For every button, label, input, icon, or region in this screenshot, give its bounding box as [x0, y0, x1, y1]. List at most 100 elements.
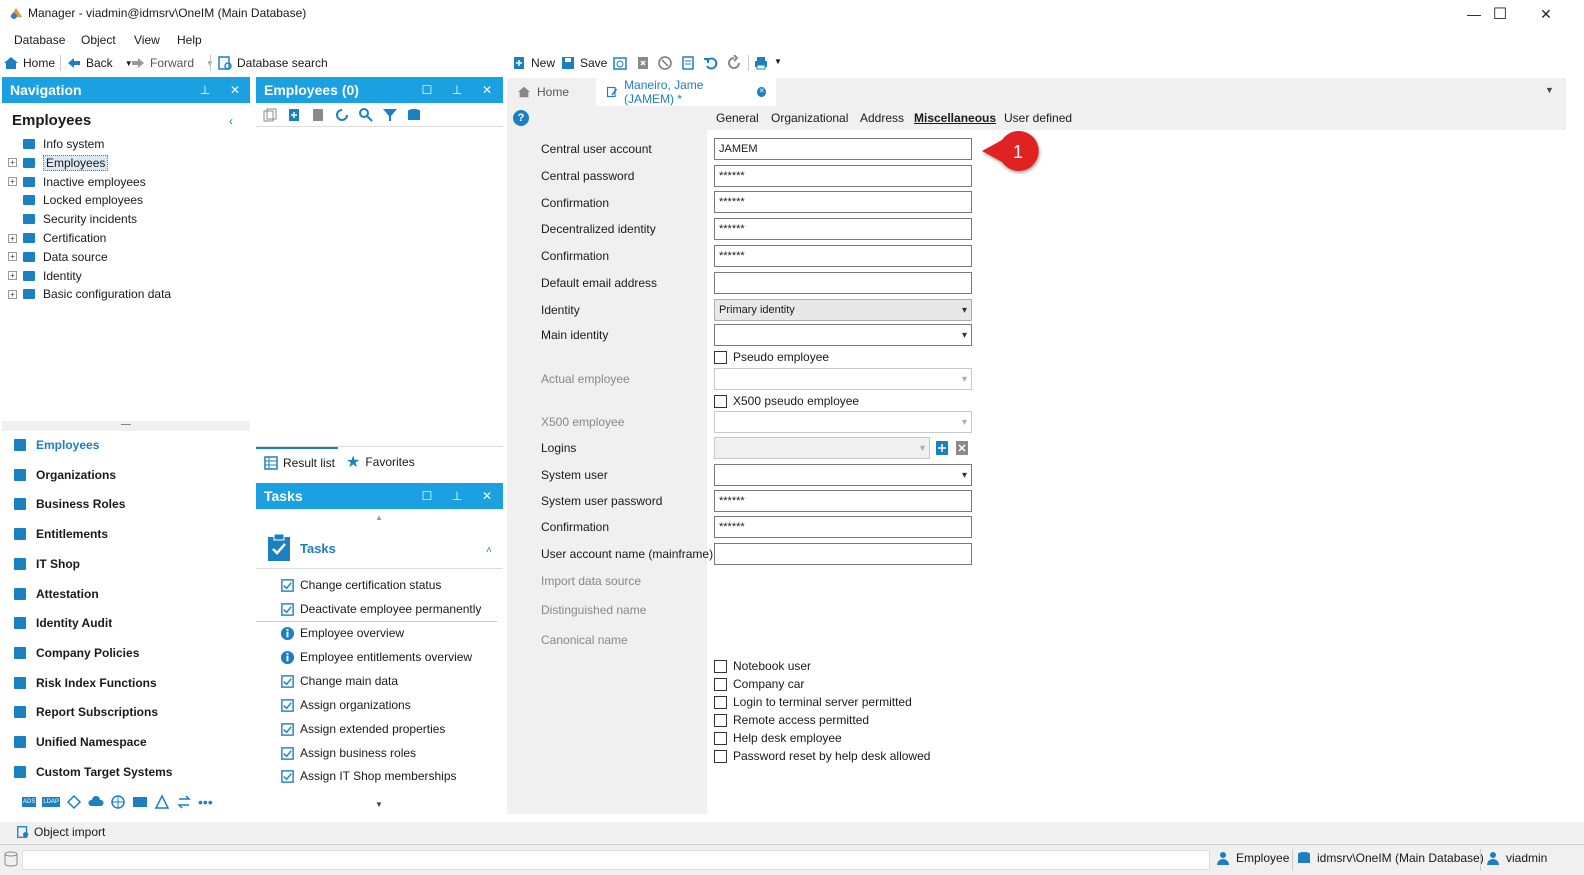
close-tab-icon[interactable]: ✕ [757, 87, 766, 97]
x500-pseudo-employee-checkbox[interactable]: X500 pseudo employee [714, 392, 859, 410]
pin-icon[interactable]: ⊥ [450, 83, 464, 97]
expand-icon[interactable]: + [8, 177, 17, 187]
tab-employee[interactable]: Maneiro, Jame (JAMEM) * ✕ [596, 78, 776, 106]
category-item[interactable]: IT Shop [12, 553, 80, 575]
maximize-panel-icon[interactable]: ☐ [420, 489, 434, 503]
sync-icon[interactable] [176, 794, 192, 810]
checkbox-box[interactable] [714, 749, 727, 763]
checkbox-box[interactable] [714, 731, 727, 745]
print-dropdown-icon[interactable]: ▼ [774, 57, 782, 66]
category-item[interactable]: Business Roles [12, 493, 125, 515]
remove-login-icon[interactable] [954, 440, 970, 456]
option-checkbox[interactable]: Help desk employee [714, 729, 842, 747]
azure-icon[interactable] [66, 794, 82, 810]
task-item[interactable]: Change certification status [280, 575, 441, 595]
task-item[interactable]: Assign extended properties [280, 719, 445, 739]
delete-icon[interactable] [635, 55, 651, 71]
menu-object[interactable]: Object [81, 33, 116, 47]
tree-item[interactable]: + Inactive employees [8, 173, 146, 191]
tree-item[interactable]: Security incidents [8, 210, 137, 228]
logins-select[interactable]: ▾ [714, 437, 930, 459]
close-panel-icon[interactable]: ✕ [480, 489, 494, 503]
splitter[interactable] [2, 421, 250, 431]
tree-item[interactable]: + Employees [8, 154, 109, 172]
refresh-icon[interactable] [334, 107, 350, 123]
maximize-button[interactable]: ☐ [1477, 0, 1523, 28]
x500-employee-select[interactable]: ▾ [714, 411, 972, 433]
category-item[interactable]: Custom Target Systems [12, 761, 172, 783]
forward-button[interactable]: Forward ▼ [130, 55, 214, 71]
menu-view[interactable]: View [134, 33, 160, 47]
tab-home[interactable]: Home [507, 78, 595, 106]
pseudo-employee-checkbox[interactable]: Pseudo employee [714, 348, 829, 366]
cancel-icon[interactable] [657, 55, 673, 71]
system-user-password-input[interactable]: ****** [714, 490, 972, 512]
category-item[interactable]: Company Policies [12, 642, 139, 664]
filter-icon[interactable] [382, 107, 398, 123]
central-password-input[interactable]: ****** [714, 165, 972, 187]
tree-item[interactable]: + Certification [8, 229, 106, 247]
option-checkbox[interactable]: Remote access permitted [714, 711, 869, 729]
tab-favorites[interactable]: ★ Favorites [346, 447, 415, 477]
home-button[interactable]: Home [3, 55, 55, 71]
expand-icon[interactable]: + [8, 158, 17, 168]
category-item[interactable]: Entitlements [12, 523, 108, 545]
ldap-icon[interactable]: LDAP [42, 797, 61, 807]
main-identity-select[interactable]: ▾ [714, 324, 972, 346]
menu-database[interactable]: Database [14, 33, 65, 47]
option-checkbox[interactable]: Login to terminal server permitted [714, 693, 912, 711]
menu-help[interactable]: Help [177, 33, 202, 47]
identity-select[interactable]: Primary identity ▾ [714, 299, 972, 321]
splitter-grip[interactable] [121, 424, 131, 426]
unix-icon[interactable] [132, 794, 148, 810]
delete-icon[interactable] [310, 107, 326, 123]
cloud-icon[interactable] [88, 794, 104, 810]
checkbox-box[interactable] [714, 695, 727, 709]
tasks-group-header[interactable]: Tasks [266, 533, 336, 563]
close-panel-icon[interactable]: ✕ [228, 83, 242, 97]
globe-icon[interactable] [110, 794, 126, 810]
report-icon[interactable] [680, 55, 696, 71]
tree-item[interactable]: + Basic configuration data [8, 285, 171, 303]
category-item[interactable]: Attestation [12, 583, 99, 605]
tree-item[interactable]: Locked employees [8, 191, 143, 209]
pin-icon[interactable]: ⊥ [450, 489, 464, 503]
category-item[interactable]: Employees [12, 434, 99, 456]
add-login-icon[interactable] [934, 440, 950, 456]
checkbox-box[interactable] [714, 677, 727, 691]
tab-result-list[interactable]: Result list [256, 447, 338, 477]
task-item[interactable]: Deactivate employee permanently [280, 599, 481, 619]
category-item[interactable]: Risk Index Functions [12, 672, 157, 694]
confirmation-input[interactable]: ****** [714, 191, 972, 213]
expand-icon[interactable]: + [8, 252, 17, 262]
category-item[interactable]: Organizations [12, 464, 116, 486]
default-email-input[interactable] [714, 272, 972, 294]
expand-icon[interactable]: + [8, 271, 17, 281]
task-item[interactable]: Employee entitlements overview [280, 647, 472, 667]
tab-overflow-icon[interactable]: ▼ [1545, 85, 1554, 95]
decentralized-identity-input[interactable]: ****** [714, 218, 972, 240]
confirmation-input[interactable]: ****** [714, 245, 972, 267]
close-button[interactable]: ✕ [1523, 0, 1569, 28]
expand-icon[interactable]: + [8, 233, 17, 243]
undo-icon[interactable] [703, 55, 719, 71]
copy-icon[interactable] [262, 107, 278, 123]
category-item[interactable]: Identity Audit [12, 612, 112, 634]
central-user-account-input[interactable]: JAMEM [714, 138, 972, 160]
expand-icon[interactable]: + [8, 289, 17, 299]
ads-icon[interactable]: ADS [22, 797, 37, 807]
task-item[interactable]: Assign IT Shop memberships [280, 766, 457, 786]
sap-icon[interactable] [154, 794, 170, 810]
maximize-panel-icon[interactable]: ☐ [420, 83, 434, 97]
option-checkbox[interactable]: Notebook user [714, 657, 811, 675]
subtab-miscellaneous[interactable]: Miscellaneous [914, 111, 996, 125]
scroll-down-icon[interactable]: ▼ [375, 800, 383, 809]
scroll-up-icon[interactable]: ▲ [375, 513, 383, 522]
back-button[interactable]: Back ▼ [66, 55, 133, 71]
save-button[interactable]: Save [560, 55, 607, 71]
tree-item[interactable]: Info system [8, 135, 104, 153]
task-item[interactable]: Assign organizations [280, 695, 411, 715]
tree-item[interactable]: + Data source [8, 248, 108, 266]
checkbox-box[interactable] [714, 350, 727, 364]
print-icon[interactable] [753, 55, 769, 71]
